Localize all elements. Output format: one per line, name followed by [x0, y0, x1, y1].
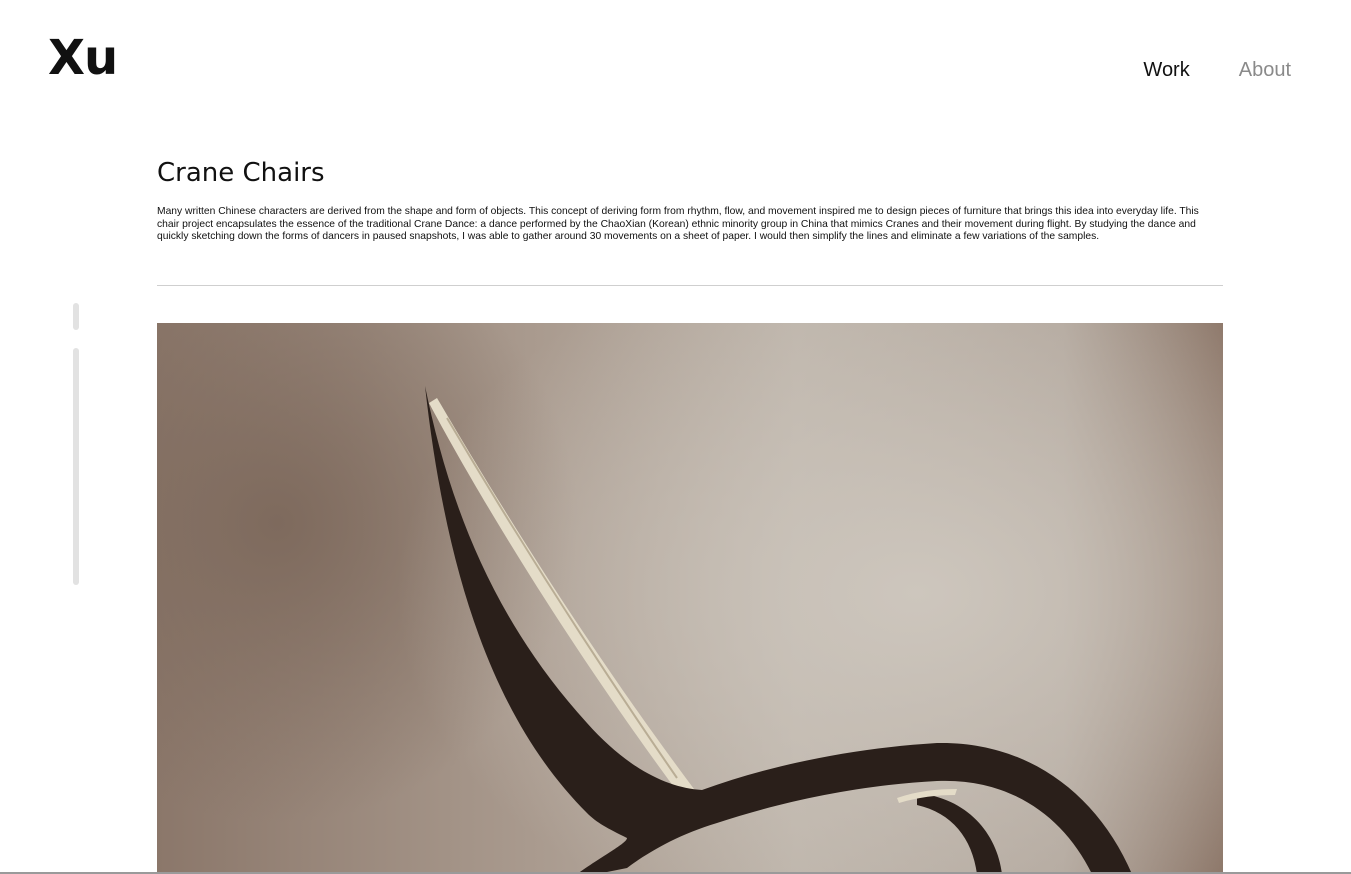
- nav-link-work[interactable]: Work: [1143, 58, 1189, 82]
- section-divider: [157, 285, 1223, 286]
- chair-frame: [425, 386, 1132, 874]
- chair-rear-leg: [917, 793, 1002, 874]
- main-nav: Work About: [1143, 58, 1291, 82]
- nav-link-about[interactable]: About: [1239, 58, 1291, 82]
- logo[interactable]: Xu: [48, 30, 118, 86]
- project-description: Many written Chinese characters are deri…: [157, 206, 1199, 243]
- scroll-indicator-small[interactable]: [73, 303, 79, 330]
- project-photo-crane-chair: [157, 323, 1223, 874]
- scroll-indicator-track[interactable]: [73, 348, 79, 585]
- crane-chair-illustration: [425, 386, 1132, 874]
- project-title: Crane Chairs: [157, 158, 325, 188]
